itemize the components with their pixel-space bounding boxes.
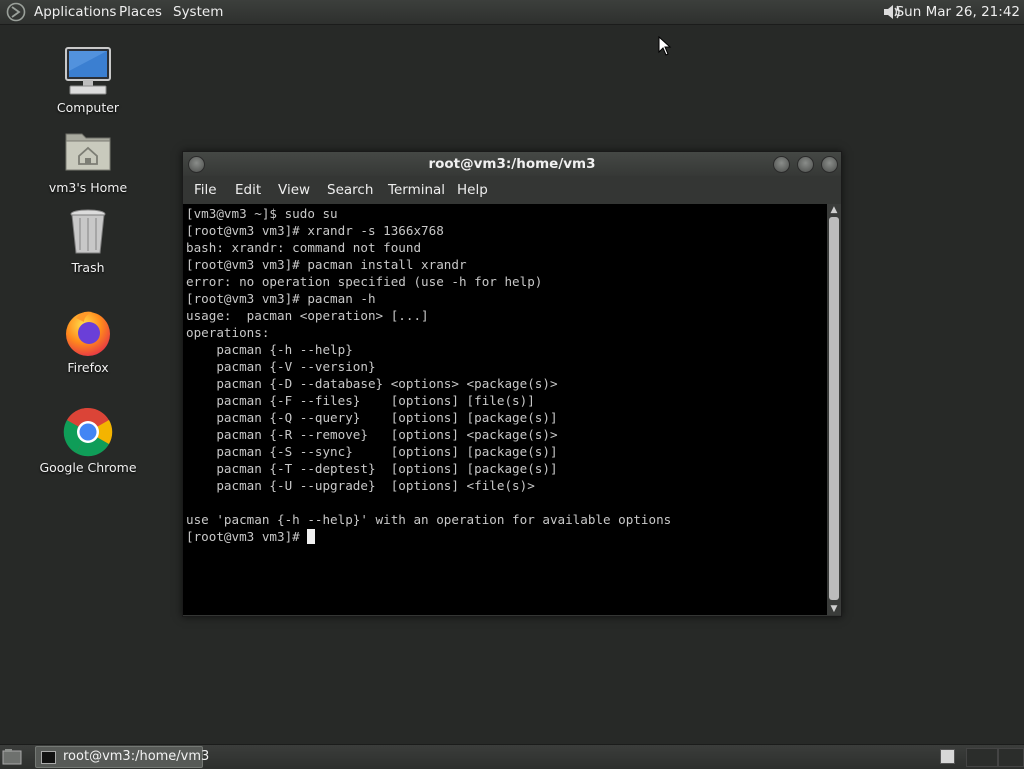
terminal-line: [vm3@vm3 ~]$ sudo su [186, 206, 338, 221]
desktop-icon-chrome[interactable]: Google Chrome [38, 406, 138, 475]
terminal-line: bash: xrandr: command not found [186, 240, 422, 255]
terminal-icon [41, 751, 56, 764]
menu-edit[interactable]: Edit [235, 182, 261, 198]
distro-logo-icon[interactable] [6, 2, 26, 22]
desktop-icon-label: Google Chrome [39, 460, 137, 475]
desktop-icon-trash[interactable]: Trash [38, 206, 138, 275]
terminal-menubar: File Edit View Search Terminal Help [183, 176, 841, 204]
terminal-line: pacman {-Q --query} [options] [package(s… [216, 410, 558, 425]
applications-menu[interactable]: Applications [34, 3, 116, 21]
terminal-line: operations: [186, 325, 270, 340]
workspace-switcher-2[interactable] [966, 748, 998, 767]
scrollbar-thumb[interactable] [829, 217, 839, 600]
menu-search[interactable]: Search [327, 182, 373, 198]
maximize-button[interactable] [797, 156, 814, 173]
terminal-lines: [vm3@vm3 ~]$ sudo su [root@vm3 vm3]# xra… [186, 206, 671, 527]
desktop-icon-label: Trash [71, 260, 105, 275]
terminal-line: pacman {-V --version} [216, 359, 376, 374]
window-title: root@vm3:/home/vm3 [428, 156, 596, 172]
desktop-icon-firefox[interactable]: Firefox [38, 306, 138, 375]
terminal-scrollbar[interactable]: ▲ ▼ [827, 204, 841, 615]
close-button[interactable] [821, 156, 838, 173]
terminal-prompt: [root@vm3 vm3]# [186, 529, 308, 544]
desktop-icon-computer[interactable]: Computer [38, 46, 138, 115]
desktop-icon-home[interactable]: vm3's Home [38, 126, 138, 195]
taskbar-item-terminal[interactable]: root@vm3:/home/vm3 [35, 746, 209, 768]
menu-help[interactable]: Help [457, 182, 488, 198]
terminal-line: pacman {-T --deptest} [options] [package… [216, 461, 558, 476]
terminal-line: pacman {-R --remove} [options] <package(… [216, 427, 558, 442]
clock[interactable]: Sun Mar 26, 21:42 [896, 3, 1020, 21]
chrome-icon [63, 407, 113, 457]
desktop-icon-label: Computer [56, 100, 120, 115]
menu-view[interactable]: View [278, 182, 310, 198]
firefox-icon [66, 311, 110, 356]
show-desktop-icon[interactable] [2, 748, 22, 766]
terminal-line: usage: pacman <operation> [...] [186, 308, 429, 323]
computer-icon [65, 47, 111, 95]
terminal-line: [root@vm3 vm3]# pacman install xrandr [186, 257, 467, 272]
terminal-line: [root@vm3 vm3]# xrandr -s 1366x768 [186, 223, 444, 238]
terminal-line: pacman {-D --database} <options> <packag… [216, 376, 558, 391]
window-menu-button[interactable] [188, 156, 205, 173]
system-menu[interactable]: System [173, 3, 223, 21]
mouse-pointer-icon [658, 36, 672, 56]
trash-icon [70, 209, 106, 254]
window-titlebar[interactable]: root@vm3:/home/vm3 [183, 152, 841, 176]
desktop-icon-label: vm3's Home [48, 180, 128, 195]
top-panel: Applications Places System Sun Mar 26, 2… [0, 0, 1024, 25]
taskbar-item-label: root@vm3:/home/vm3 [63, 749, 210, 764]
terminal-line: use 'pacman {-h --help}' with an operati… [186, 512, 672, 527]
menu-file[interactable]: File [194, 182, 217, 198]
terminal-screen[interactable]: [vm3@vm3 ~]$ sudo su [root@vm3 vm3]# xra… [183, 204, 827, 615]
scroll-down-arrow-icon[interactable]: ▼ [829, 604, 839, 614]
terminal-line: pacman {-U --upgrade} [options] <file(s)… [216, 478, 535, 493]
bottom-panel: root@vm3:/home/vm3 [0, 744, 1024, 769]
terminal-line: pacman {-F --files} [options] [file(s)] [216, 393, 535, 408]
terminal-line: pacman {-h --help} [216, 342, 353, 357]
menu-terminal[interactable]: Terminal [388, 182, 445, 198]
scroll-up-arrow-icon[interactable]: ▲ [829, 205, 839, 215]
home-folder-icon [65, 133, 111, 171]
terminal-window[interactable]: root@vm3:/home/vm3 File Edit View Search… [182, 151, 842, 617]
workspace-switcher-1[interactable] [940, 749, 955, 764]
terminal-line: pacman {-S --sync} [options] [package(s)… [216, 444, 558, 459]
terminal-output: [vm3@vm3 ~]$ sudo su [root@vm3 vm3]# xra… [183, 204, 827, 545]
terminal-line: error: no operation specified (use -h fo… [186, 274, 543, 289]
desktop-icon-label: Firefox [67, 360, 109, 375]
terminal-line: [root@vm3 vm3]# pacman -h [186, 291, 376, 306]
text-cursor [307, 529, 316, 544]
places-menu[interactable]: Places [119, 3, 162, 21]
workspace-switcher-3[interactable] [998, 748, 1024, 767]
minimize-button[interactable] [773, 156, 790, 173]
